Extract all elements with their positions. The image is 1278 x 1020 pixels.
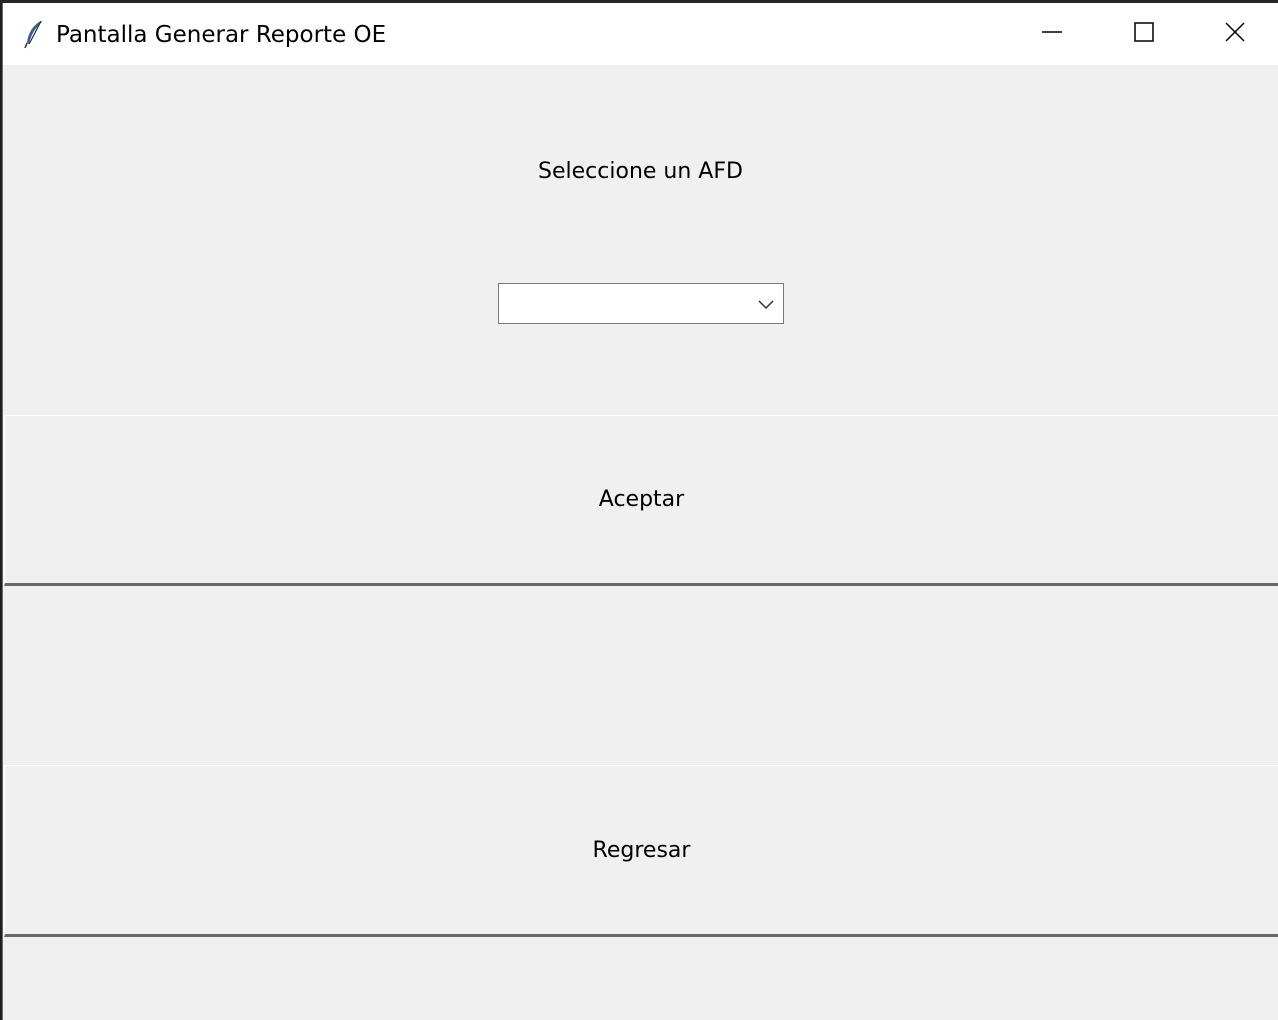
close-icon [1224,22,1245,46]
minimize-icon [1042,22,1062,46]
back-button-label: Regresar [592,837,691,863]
window-title: Pantalla Generar Reporte OE [56,22,387,48]
close-button[interactable] [1190,3,1278,65]
feather-icon [23,19,45,49]
chevron-down-icon[interactable] [757,296,775,312]
select-afd-label: Seleccione un AFD [538,159,743,184]
minimize-button[interactable] [1006,3,1098,65]
form-area: Seleccione un AFD Aceptar Regresar [3,65,1278,1020]
accept-button-label: Aceptar [598,487,685,512]
app-window: Pantalla Generar Reporte OE Seleccione u… [2,3,1278,1020]
accept-button[interactable]: Aceptar [4,415,1278,586]
maximize-button[interactable] [1098,3,1190,65]
maximize-icon [1134,22,1154,46]
back-button[interactable]: Regresar [4,765,1278,937]
title-bar: Pantalla Generar Reporte OE [3,3,1278,65]
afd-combobox[interactable] [498,283,784,324]
